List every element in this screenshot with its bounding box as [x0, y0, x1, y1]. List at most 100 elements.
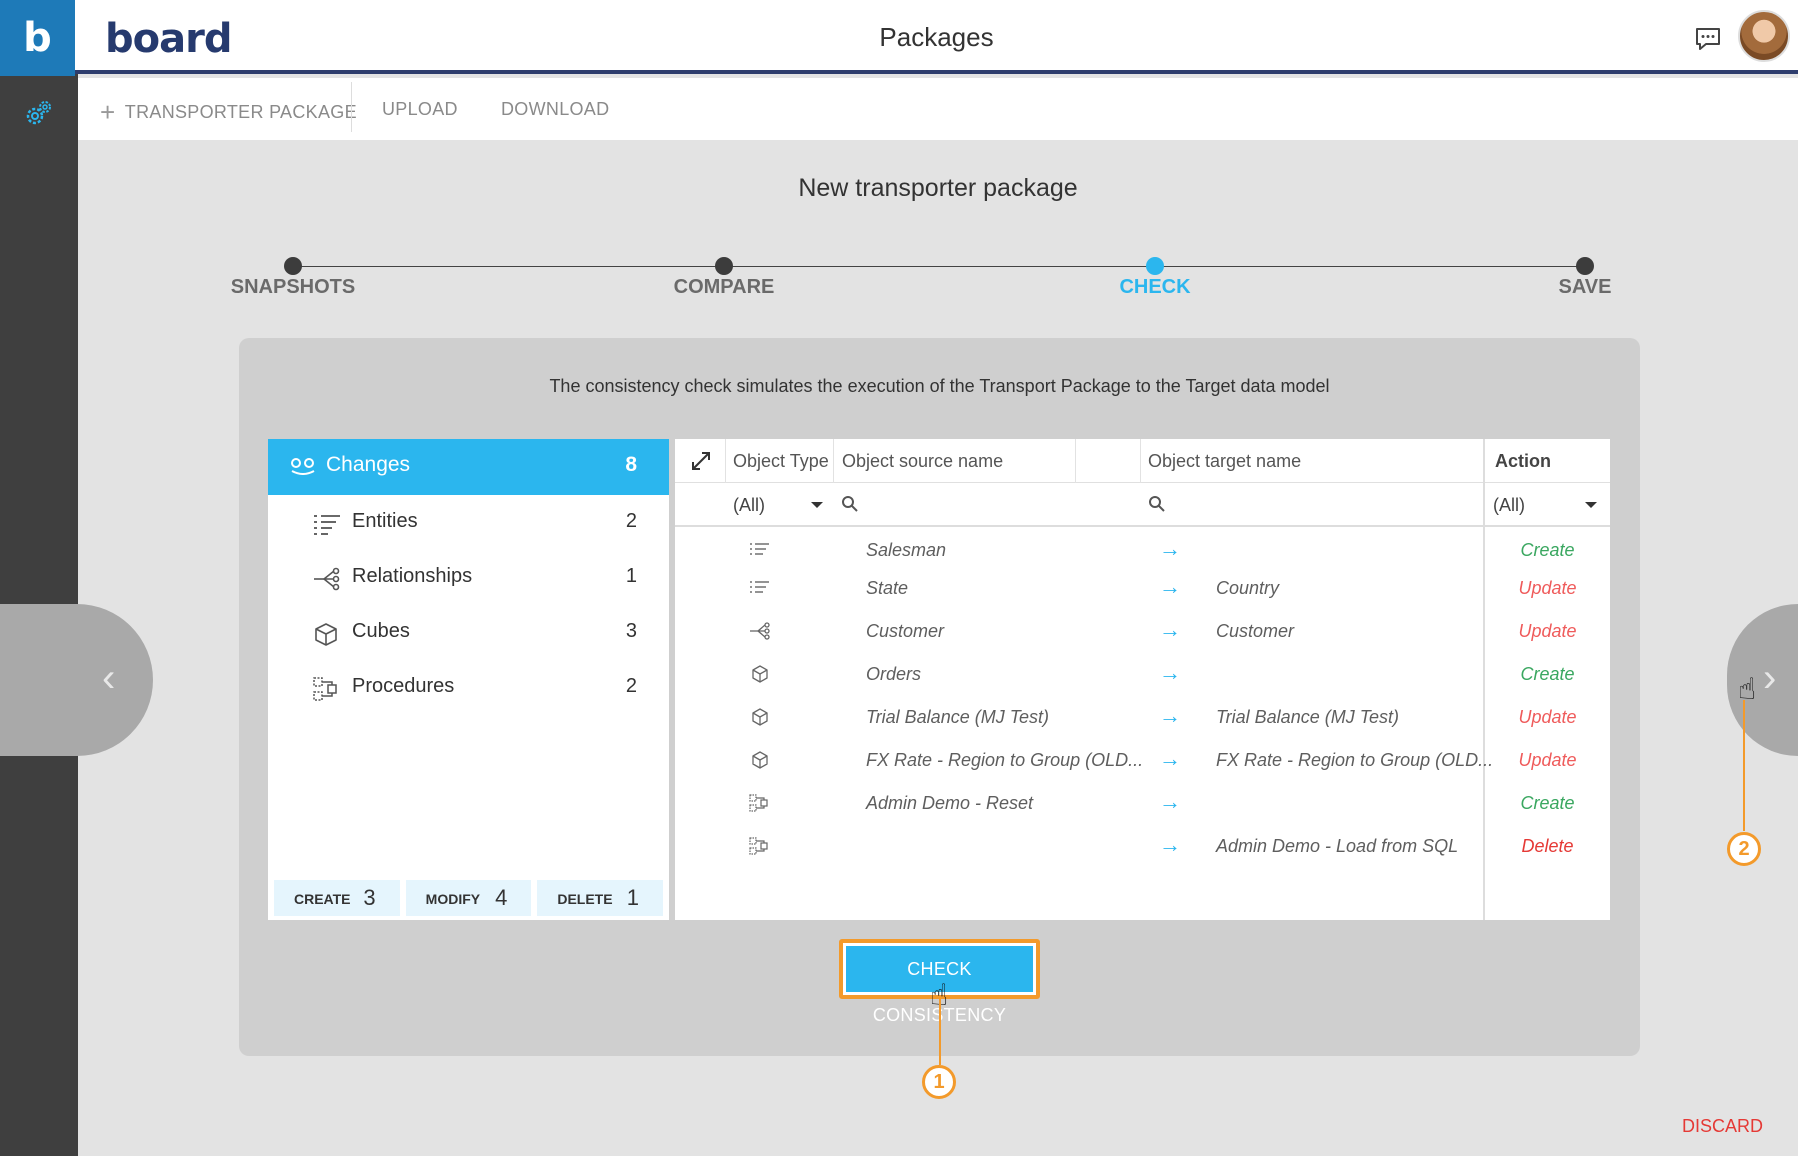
- source-name: Orders: [866, 664, 922, 684]
- target-name: FX Rate - Region to Group (OLD...: [1216, 750, 1494, 770]
- objects-table: Object Type Object source name Object ta…: [675, 439, 1610, 920]
- entities-label: Entities: [352, 510, 418, 532]
- action-value: Update: [1518, 707, 1577, 727]
- action-value: Update: [1518, 750, 1577, 770]
- wizard-stepper: SNAPSHOTS COMPARE CHECK SAVE: [0, 256, 1798, 306]
- object-type-header[interactable]: Object Type: [733, 451, 829, 472]
- table-row[interactable]: Admin Demo - Reset → Create: [675, 781, 1610, 824]
- toolbar-divider: [351, 82, 352, 132]
- arrow-right-icon: →: [1159, 832, 1181, 857]
- arrow-right-icon: →: [1159, 789, 1181, 814]
- user-avatar[interactable]: [1738, 10, 1790, 62]
- action-filter[interactable]: (All): [1485, 483, 1610, 527]
- action-filter-value: (All): [1493, 495, 1525, 515]
- chat-icon[interactable]: [1692, 22, 1724, 54]
- header-divider: [833, 439, 834, 483]
- chevron-down-icon: [811, 502, 823, 508]
- discard-button[interactable]: DISCARD: [1682, 1116, 1763, 1137]
- chevron-right-icon: ›: [1763, 656, 1777, 700]
- step-dot-save[interactable]: [1576, 257, 1594, 275]
- changes-item-cubes[interactable]: Cubes 3: [268, 605, 669, 660]
- upload-button[interactable]: UPLOAD: [382, 78, 458, 140]
- plus-icon: +: [100, 97, 116, 127]
- arrow-right-icon: →: [1159, 703, 1181, 728]
- relationships-label: Relationships: [352, 565, 473, 587]
- step-dot-snapshots[interactable]: [284, 257, 302, 275]
- changes-count: 8: [625, 453, 637, 476]
- previous-step-button[interactable]: ‹: [0, 604, 153, 756]
- header-divider: [1140, 439, 1141, 483]
- relationships-icon: [314, 567, 340, 591]
- procedures-count: 2: [625, 675, 637, 697]
- entities-icon: [750, 543, 769, 555]
- object-type-filter-value: (All): [733, 495, 765, 515]
- change-stats: CREATE 3 MODIFY 4 DELETE 1: [274, 880, 664, 916]
- table-row[interactable]: State → Country Update: [675, 566, 1610, 609]
- callout-line: [1743, 700, 1745, 831]
- source-name: Salesman: [866, 540, 947, 560]
- action-value: Delete: [1521, 836, 1574, 856]
- delete-stat-label: DELETE: [557, 891, 613, 907]
- step-label-check[interactable]: CHECK: [1119, 276, 1190, 299]
- target-search[interactable]: [1140, 483, 1483, 527]
- cubes-label: Cubes: [352, 620, 410, 642]
- app-logo[interactable]: b: [0, 0, 75, 76]
- header-divider: [1075, 439, 1076, 483]
- download-button[interactable]: DOWNLOAD: [501, 78, 609, 140]
- table-row[interactable]: Orders → Create: [675, 652, 1610, 695]
- settings-gears-icon[interactable]: [24, 98, 54, 128]
- cubes-count: 3: [625, 620, 637, 642]
- callout-line: [939, 999, 941, 1065]
- hand-cursor-icon: ☝: [1738, 673, 1757, 706]
- relationships-icon: [750, 622, 770, 640]
- cube-icon: [752, 665, 768, 683]
- changes-item-procedures[interactable]: Procedures 2: [268, 660, 669, 715]
- new-transporter-package-button[interactable]: + TRANSPORTER PACKAGE: [100, 78, 357, 140]
- changes-item-relationships[interactable]: Relationships 1: [268, 550, 669, 605]
- table-row[interactable]: Salesman → Create: [675, 528, 1610, 571]
- expand-icon[interactable]: [690, 450, 712, 472]
- source-name-header[interactable]: Object source name: [842, 451, 1003, 472]
- action-value: Create: [1520, 540, 1575, 560]
- cube-icon: [752, 708, 768, 726]
- entities-icon: [314, 515, 340, 535]
- source-name: Customer: [866, 621, 945, 641]
- procedure-icon: [313, 677, 337, 701]
- changes-label: Changes: [326, 453, 411, 476]
- relationships-count: 1: [625, 565, 637, 587]
- target-name-header[interactable]: Object target name: [1148, 451, 1301, 472]
- search-icon: [1149, 496, 1165, 512]
- step-label-compare[interactable]: COMPARE: [674, 276, 775, 299]
- create-stat: CREATE 3: [274, 880, 400, 916]
- entities-count: 2: [625, 510, 637, 532]
- changes-item-entities[interactable]: Entities 2: [268, 495, 669, 550]
- left-rail: b: [0, 0, 78, 1156]
- action-header[interactable]: Action: [1495, 451, 1551, 472]
- step-dot-check[interactable]: [1146, 257, 1164, 275]
- object-type-filter[interactable]: (All): [725, 483, 833, 527]
- source-search[interactable]: [833, 483, 1075, 527]
- table-filters: (All) (All): [675, 483, 1610, 527]
- action-value: Update: [1518, 578, 1577, 598]
- table-row[interactable]: Trial Balance (MJ Test) → Trial Balance …: [675, 695, 1610, 738]
- target-name: Customer: [1216, 621, 1295, 641]
- step-label-save[interactable]: SAVE: [1559, 276, 1612, 299]
- changes-header[interactable]: Changes 8: [268, 439, 669, 495]
- consistency-description: The consistency check simulates the exec…: [549, 376, 1330, 396]
- callout-badge-2: 2: [1727, 832, 1761, 866]
- wizard-title: New transporter package: [798, 174, 1078, 202]
- arrow-right-icon: →: [1159, 660, 1181, 685]
- toolbar: + TRANSPORTER PACKAGE UPLOAD DOWNLOAD: [78, 78, 1798, 140]
- arrow-right-icon: →: [1159, 574, 1181, 599]
- step-label-snapshots[interactable]: SNAPSHOTS: [231, 276, 355, 299]
- table-row[interactable]: → Admin Demo - Load from SQL Delete: [675, 824, 1610, 867]
- cube-icon: [315, 623, 337, 646]
- step-dot-compare[interactable]: [715, 257, 733, 275]
- create-stat-value: 3: [363, 885, 376, 910]
- chevron-down-icon: [1585, 502, 1597, 508]
- modify-stat-value: 4: [495, 885, 508, 910]
- action-value: Create: [1520, 664, 1575, 684]
- table-row[interactable]: Customer → Customer Update: [675, 609, 1610, 652]
- target-name: Trial Balance (MJ Test): [1216, 707, 1400, 727]
- table-row[interactable]: FX Rate - Region to Group (OLD... → FX R…: [675, 738, 1610, 781]
